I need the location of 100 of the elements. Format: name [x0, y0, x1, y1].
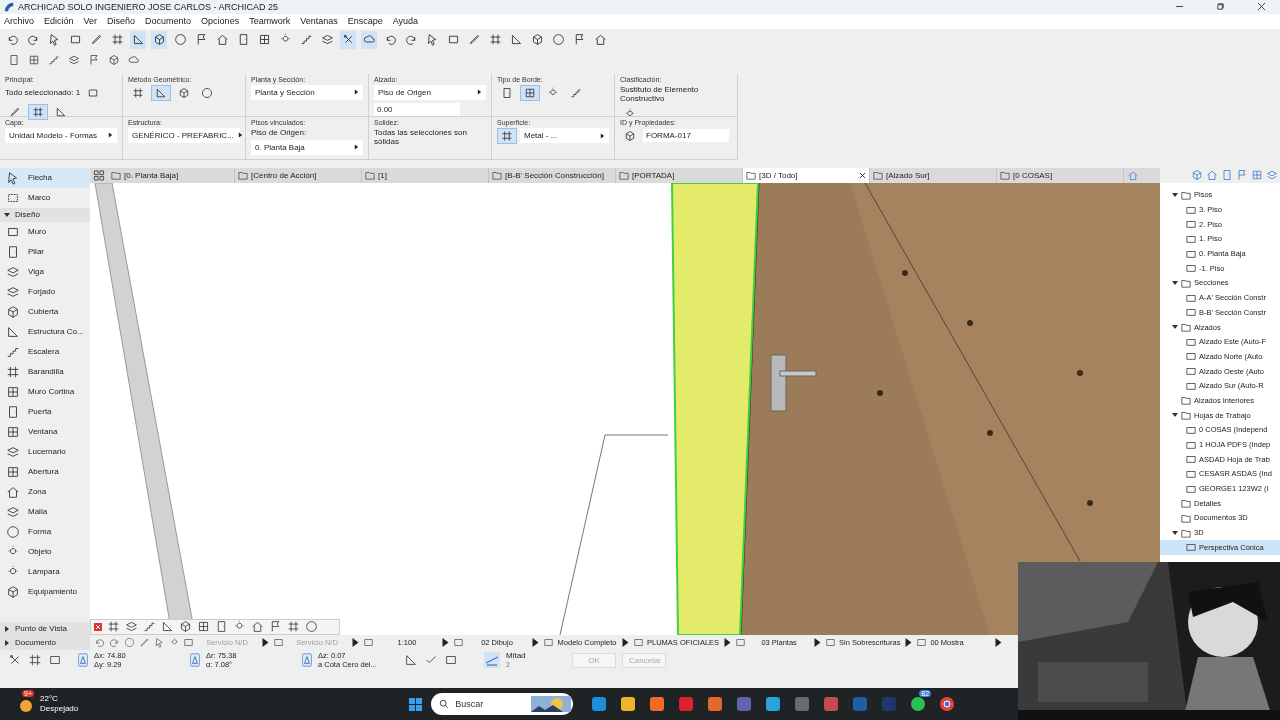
- dropdown[interactable]: Piso de Origen: [374, 84, 486, 100]
- window-icon[interactable]: [28, 53, 40, 66]
- stairs-icon[interactable]: [48, 53, 60, 66]
- tool-item[interactable]: Flecha: [0, 167, 90, 188]
- menu-item[interactable]: Edición: [44, 16, 74, 27]
- view-tab[interactable]: [B-B' Sección Construcción]: [489, 167, 616, 183]
- triangle-icon[interactable]: [1172, 324, 1178, 331]
- delta-icon[interactable]: [302, 653, 312, 668]
- tool-item[interactable]: Lámpara: [0, 561, 90, 582]
- app-icon[interactable]: [765, 696, 782, 713]
- view-tab[interactable]: [3D / Todo]: [743, 167, 870, 183]
- door-icon[interactable]: [1221, 169, 1233, 181]
- layers-icon[interactable]: [68, 53, 80, 66]
- cube-icon[interactable]: [108, 53, 120, 66]
- tool-item[interactable]: Ventana: [0, 421, 90, 442]
- tool-item[interactable]: Muro: [0, 221, 90, 242]
- dropdown[interactable]: 0. Planta Baja: [251, 139, 363, 155]
- menu-item[interactable]: Teamwork: [249, 16, 291, 27]
- tool-item[interactable]: Muro Cortina: [0, 381, 90, 402]
- triangle-button[interactable]: [151, 84, 171, 101]
- tool-item[interactable]: Forma: [0, 521, 90, 542]
- triangle-icon[interactable]: [1172, 280, 1178, 286]
- windows-start-icon[interactable]: [408, 696, 424, 712]
- close-icon[interactable]: [1257, 2, 1266, 12]
- menu-item[interactable]: Documento: [145, 16, 192, 27]
- tool-item[interactable]: Abertura: [0, 461, 90, 482]
- section-header[interactable]: Punto de Vista: [0, 621, 90, 636]
- redo-icon[interactable]: [109, 636, 120, 648]
- view-tab[interactable]: [1]: [362, 167, 489, 183]
- house-icon[interactable]: [1206, 169, 1218, 181]
- tool-item[interactable]: Estructura Co...: [0, 321, 90, 342]
- dropdown[interactable]: Planta y Sección: [251, 84, 363, 100]
- tool-item[interactable]: Viga: [0, 261, 90, 282]
- menu-item[interactable]: Opciones: [201, 16, 240, 27]
- tool-item[interactable]: Cubierta: [0, 301, 90, 322]
- tool-item[interactable]: Equipamiento: [0, 581, 90, 602]
- dropdown[interactable]: GENÉRICO - PREFABRIC...: [128, 127, 240, 143]
- grid-icon[interactable]: [28, 653, 42, 668]
- tool-item[interactable]: Marco: [0, 187, 90, 208]
- view-tab[interactable]: [0. Planta Baja]: [108, 167, 235, 183]
- app-icon[interactable]: [620, 696, 637, 713]
- pointer-icon[interactable]: [154, 636, 165, 648]
- app-icon[interactable]: [707, 696, 724, 713]
- layers-icon[interactable]: [1266, 169, 1278, 181]
- grid-icon[interactable]: [93, 169, 105, 181]
- chat-icon[interactable]: [910, 696, 927, 713]
- close-icon[interactable]: [94, 622, 102, 631]
- undo-icon[interactable]: [94, 636, 105, 648]
- dropdown[interactable]: Metal - ...: [520, 128, 609, 143]
- grid-button[interactable]: [497, 127, 517, 144]
- tool-item[interactable]: Zona: [0, 481, 90, 502]
- flag-icon[interactable]: [269, 620, 282, 633]
- tool-item[interactable]: Pilar: [0, 241, 90, 262]
- view-tab[interactable]: [0 COSAS]: [997, 167, 1124, 183]
- tool-item[interactable]: Puerta: [0, 401, 90, 422]
- lamp-icon[interactable]: [169, 636, 180, 648]
- house-icon[interactable]: [251, 620, 264, 633]
- close-icon[interactable]: [859, 171, 866, 179]
- app-icon[interactable]: [649, 696, 666, 713]
- stairs-icon[interactable]: [143, 620, 156, 633]
- grid-icon[interactable]: [287, 620, 300, 633]
- tool-item[interactable]: Forjado: [0, 281, 90, 302]
- cube-icon[interactable]: [179, 620, 192, 633]
- input-field[interactable]: 0.00: [374, 102, 460, 116]
- tool-item[interactable]: Escalera: [0, 341, 90, 362]
- cloud-icon[interactable]: [128, 53, 140, 66]
- delta-icon[interactable]: [190, 653, 200, 668]
- tool-item[interactable]: Barandilla: [0, 361, 90, 382]
- triangle-button[interactable]: [130, 30, 146, 49]
- search-field[interactable]: Buscar: [453, 698, 528, 711]
- triangle-icon[interactable]: [1172, 529, 1178, 536]
- tool-item[interactable]: Lucernario: [0, 441, 90, 462]
- door-icon[interactable]: [215, 620, 228, 633]
- flag-icon[interactable]: [88, 53, 100, 66]
- search-bar[interactable]: Buscar: [431, 693, 574, 716]
- input-field[interactable]: FORMA-017: [643, 129, 729, 142]
- menu-item[interactable]: Ayuda: [392, 16, 419, 27]
- dropdown[interactable]: Unidad Modelo - Formas: [5, 127, 117, 143]
- menu-item[interactable]: Enscape: [347, 16, 383, 27]
- menu-item[interactable]: Ventanas: [300, 16, 338, 27]
- tool-item[interactable]: Malla: [0, 501, 90, 522]
- door-icon[interactable]: [8, 53, 20, 66]
- snap-icon[interactable]: [484, 652, 500, 669]
- triangle-icon[interactable]: [404, 653, 418, 668]
- delta-icon[interactable]: [78, 653, 88, 668]
- section-header[interactable]: Diseño: [0, 207, 90, 222]
- app-icon[interactable]: [591, 696, 608, 713]
- flag-icon[interactable]: [1236, 169, 1248, 181]
- scissors-button[interactable]: [340, 30, 356, 49]
- menu-item[interactable]: Diseño: [107, 16, 136, 27]
- tool-item[interactable]: Objeto: [0, 541, 90, 562]
- menu-item[interactable]: Archivo: [4, 16, 34, 27]
- grid-icon[interactable]: [107, 620, 120, 633]
- window-icon[interactable]: [197, 620, 210, 633]
- view-tab[interactable]: [Alzado Sur]: [870, 167, 997, 183]
- grid-button[interactable]: [28, 103, 48, 120]
- triangle-icon[interactable]: [1172, 412, 1178, 419]
- menu-item[interactable]: Ver: [83, 16, 98, 27]
- window-button[interactable]: [520, 84, 540, 101]
- layers-icon[interactable]: [125, 620, 138, 633]
